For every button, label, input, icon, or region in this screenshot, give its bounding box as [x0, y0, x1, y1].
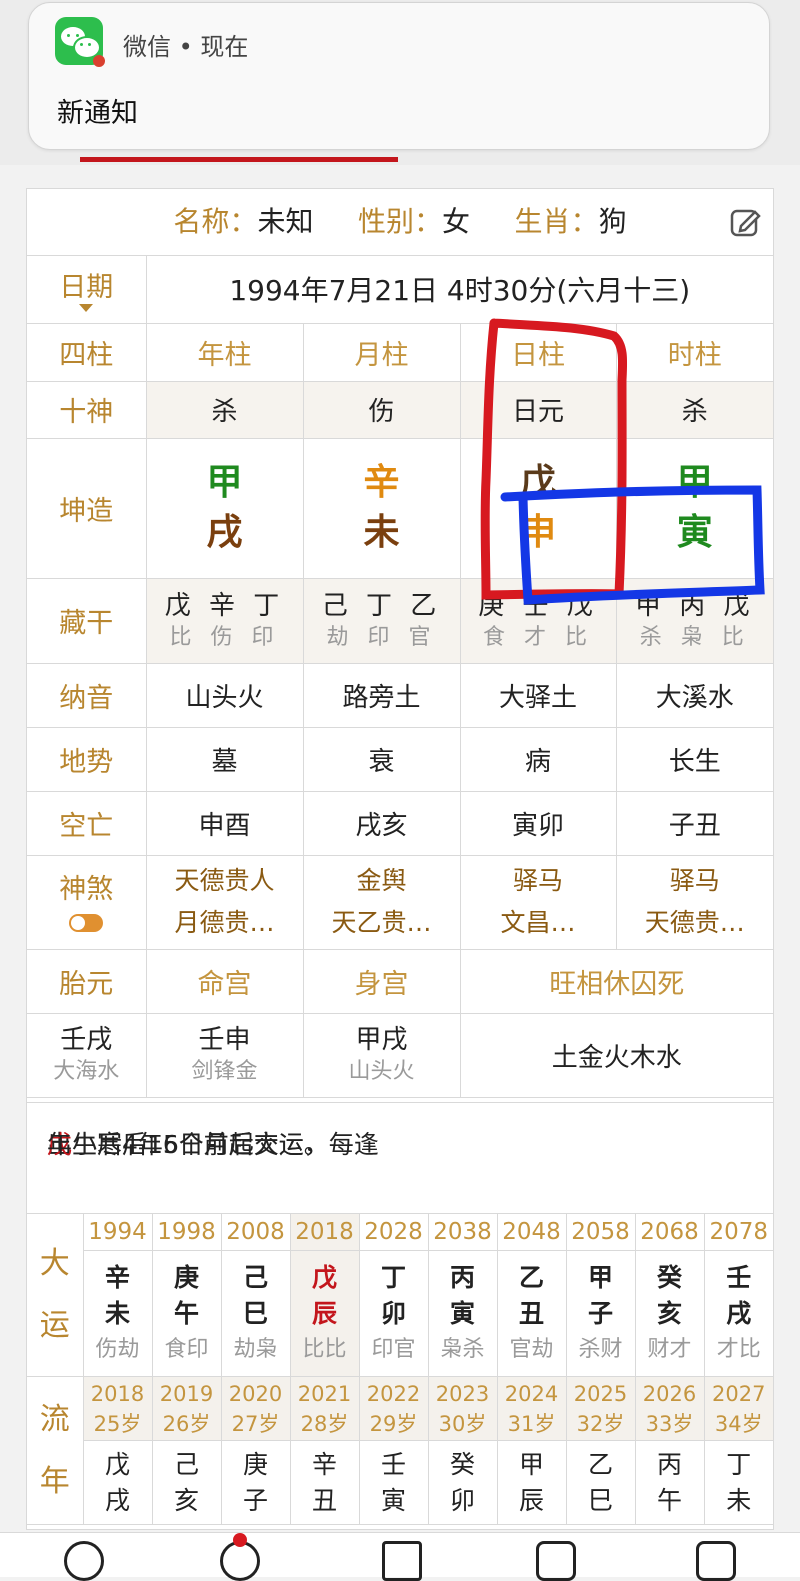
- comment-icon[interactable]: [64, 1541, 104, 1581]
- blue-marker-box: [500, 485, 765, 605]
- hand-drawn-annotations: [480, 318, 765, 605]
- notification-dot: [233, 1533, 247, 1547]
- bottom-toolbar: [0, 1532, 800, 1581]
- red-marker-box: [480, 318, 628, 600]
- profile-icon[interactable]: [220, 1541, 260, 1581]
- document-icon[interactable]: [536, 1541, 576, 1581]
- edit-note-icon[interactable]: [696, 1541, 736, 1581]
- share-icon[interactable]: [382, 1541, 422, 1581]
